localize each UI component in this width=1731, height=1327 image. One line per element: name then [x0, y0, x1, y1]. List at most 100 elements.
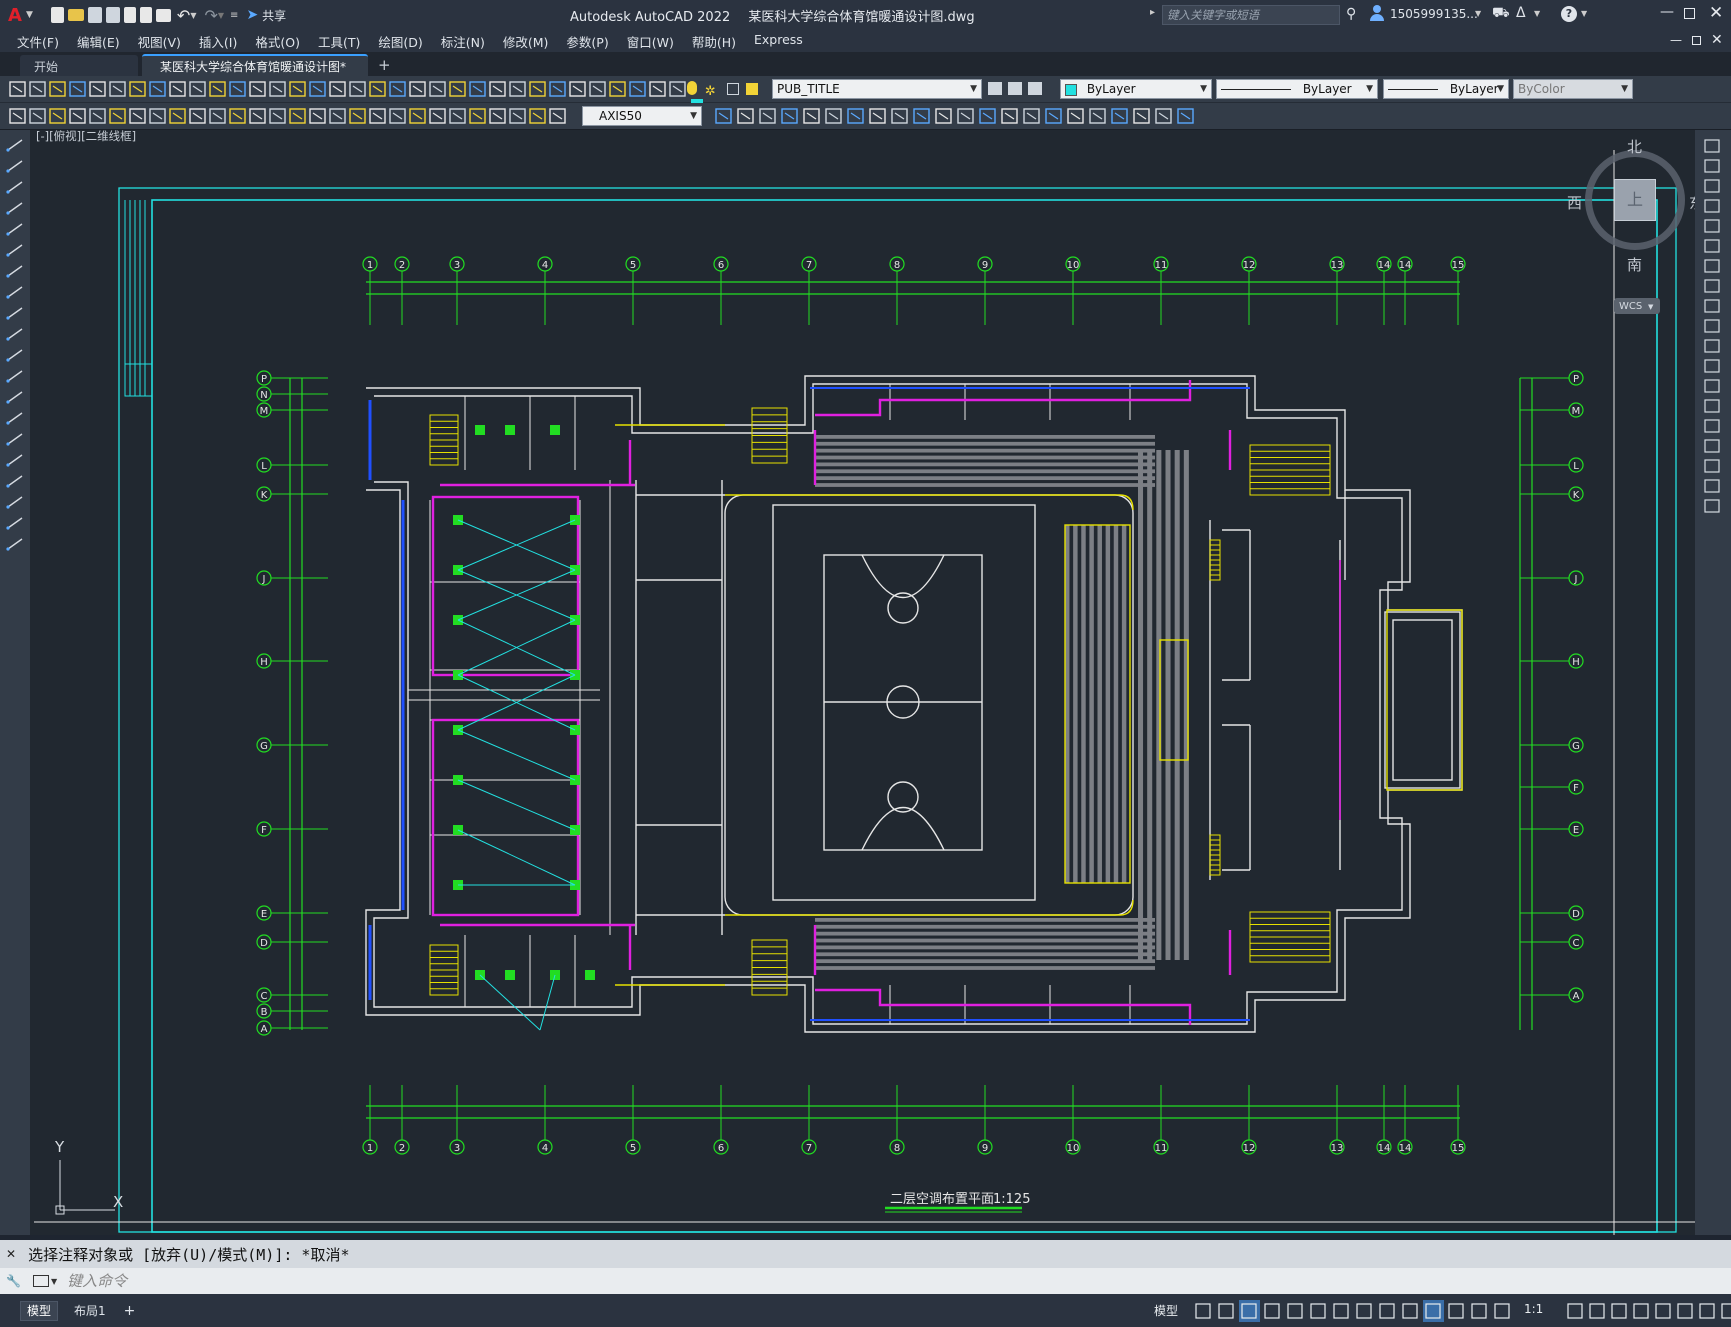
- doc-restore-button[interactable]: [1692, 36, 1701, 45]
- status-right-icons[interactable]: [1540, 1296, 1731, 1326]
- axis-number-label: 4: [542, 260, 548, 271]
- tab-drawing[interactable]: 某医科大学综合体育馆暖通设计图*: [142, 54, 368, 76]
- modify-tool-icon: [1704, 299, 1720, 313]
- search-icon[interactable]: ⚲: [1346, 6, 1356, 22]
- doc-minimize-button[interactable]: —: [1670, 33, 1682, 47]
- draw-tool-icon: [7, 139, 23, 151]
- menu-item-6[interactable]: 绘图(D): [369, 32, 431, 51]
- menu-item-0[interactable]: 文件(F): [8, 32, 68, 51]
- help-icon[interactable]: ?: [1561, 6, 1577, 22]
- status-toggle-icons[interactable]: [1188, 1296, 1518, 1326]
- status-toggle-icon: [1287, 1303, 1303, 1319]
- modify-tool-icon: [1704, 239, 1720, 253]
- layer-dropdown-value: PUB_TITLE: [777, 82, 840, 96]
- app-name: Autodesk AutoCAD 2022: [570, 10, 731, 25]
- maximize-button[interactable]: [1684, 8, 1695, 19]
- save-as-icon[interactable]: [105, 7, 120, 23]
- menu-item-2[interactable]: 视图(V): [129, 32, 190, 51]
- wcs-menu-button[interactable]: WCS ▼: [1614, 298, 1660, 314]
- viewcube[interactable]: 上 北 南 西 东 WCS ▼: [1567, 138, 1695, 320]
- minimize-button[interactable]: —: [1660, 4, 1674, 20]
- menu-item-5[interactable]: 工具(T): [309, 32, 369, 51]
- plot-icon[interactable]: [155, 8, 171, 22]
- compass-east[interactable]: 东: [1689, 192, 1695, 213]
- linetype-dropdown[interactable]: ByLayer ▼: [1216, 79, 1378, 99]
- tab-start[interactable]: 开始: [20, 55, 138, 76]
- drawing-viewport[interactable]: [-][俯视][二维线框] Y X 1 1 2 2 3 3 4 4 5 5 6 …: [30, 130, 1695, 1235]
- cart-icon[interactable]: ⛟: [1492, 5, 1510, 23]
- layout-tab-layout1[interactable]: 布局1: [70, 1301, 110, 1321]
- new-tab-button[interactable]: +: [378, 56, 391, 74]
- status-tool-icon: [1699, 1303, 1715, 1319]
- close-button[interactable]: ✕: [1709, 3, 1723, 23]
- new-file-icon[interactable]: [50, 7, 64, 23]
- menu-item-11[interactable]: 帮助(H): [683, 32, 745, 51]
- draw-tool-icon: [7, 517, 23, 529]
- quick-access-menu-icon[interactable]: ≡: [230, 10, 238, 21]
- close-command-icon[interactable]: ✕: [6, 1247, 16, 1261]
- axis-letter-label: K: [1573, 490, 1580, 501]
- draw-tools-icons[interactable]: [0, 130, 30, 580]
- modify-tools-icons[interactable]: [1695, 130, 1731, 550]
- menu-item-7[interactable]: 标注(N): [432, 32, 494, 51]
- layout-tab-model[interactable]: 模型: [20, 1300, 58, 1321]
- axis-number-label: 12: [1243, 1143, 1256, 1154]
- axis-number-label: 5: [630, 1143, 636, 1154]
- app-menu-chevron-icon[interactable]: ▼: [26, 10, 33, 20]
- modify-toolbar-icons[interactable]: [706, 103, 1216, 130]
- command-input[interactable]: 键入命令: [67, 1270, 1707, 1292]
- search-input[interactable]: 键入关键字或短语: [1162, 5, 1340, 25]
- menu-item-1[interactable]: 编辑(E): [68, 32, 129, 51]
- layer-tools-icons[interactable]: [984, 76, 1054, 103]
- draw-tool-icon: [7, 433, 23, 445]
- dimension-toolbar-icons[interactable]: [4, 103, 579, 130]
- user-name[interactable]: 1505999135...: [1390, 7, 1478, 21]
- command-dropdown-icon[interactable]: ▼: [51, 1277, 57, 1286]
- compass-north[interactable]: 北: [1627, 136, 1642, 157]
- menu-item-3[interactable]: 插入(I): [190, 32, 246, 51]
- dimstyle-dropdown[interactable]: AXIS50 ▼: [582, 106, 702, 126]
- compass-west[interactable]: 西: [1567, 192, 1582, 213]
- undo-icon[interactable]: ↶: [177, 6, 190, 25]
- add-layout-button[interactable]: +: [124, 1303, 136, 1319]
- menu-item-12[interactable]: Express: [745, 32, 812, 51]
- drawing-geometry: [34, 150, 1695, 1235]
- model-space-button[interactable]: 模型: [1150, 1302, 1182, 1319]
- plotstyle-dropdown[interactable]: ByColor ▼: [1513, 79, 1633, 99]
- share-icon[interactable]: ➤: [246, 7, 258, 23]
- open-file-icon[interactable]: [67, 9, 84, 21]
- open-web-icon[interactable]: [123, 7, 136, 23]
- layer-dropdown[interactable]: PUB_TITLE ▼: [772, 79, 982, 99]
- search-expand-icon[interactable]: ▸: [1150, 7, 1155, 18]
- compass-south[interactable]: 南: [1627, 254, 1642, 275]
- color-dropdown[interactable]: ByLayer ▼: [1060, 79, 1212, 99]
- doc-close-button[interactable]: ✕: [1711, 32, 1723, 48]
- user-dropdown-icon[interactable]: ▼: [1475, 9, 1481, 18]
- menu-item-10[interactable]: 窗口(W): [618, 32, 683, 51]
- axis-number-label: 12: [1243, 260, 1256, 271]
- undo-dropdown-icon[interactable]: ▼: [190, 11, 196, 20]
- redo-dropdown-icon[interactable]: ▼: [218, 11, 224, 20]
- redo-icon[interactable]: ↷: [204, 6, 217, 25]
- help-dropdown-icon[interactable]: ▼: [1581, 9, 1587, 18]
- menu-item-4[interactable]: 格式(O): [246, 32, 309, 51]
- command-options-icon[interactable]: 🔧: [6, 1274, 21, 1288]
- menu-item-9[interactable]: 参数(P): [557, 32, 617, 51]
- lineweight-dropdown[interactable]: ByLayer ▼: [1383, 79, 1509, 99]
- axis-letter-label: A: [261, 1024, 268, 1035]
- tab-drawing-label: 某医科大学综合体育馆暖通设计图*: [160, 60, 347, 74]
- modify-tool-icon: [1704, 139, 1720, 153]
- viewcube-face[interactable]: 上: [1614, 179, 1656, 221]
- standard-toolbar-icons[interactable]: [4, 76, 694, 103]
- share-button[interactable]: 共享: [262, 7, 286, 24]
- autodesk-dropdown-icon[interactable]: ▼: [1534, 9, 1540, 18]
- autodesk-app-icon[interactable]: ᐃ: [1516, 5, 1526, 21]
- menu-item-8[interactable]: 修改(M): [494, 32, 558, 51]
- app-logo[interactable]: A: [8, 5, 22, 26]
- save-icon[interactable]: [87, 7, 102, 23]
- command-prompt-icon[interactable]: [32, 1275, 49, 1287]
- layer-state-icons[interactable]: ✲: [687, 81, 767, 111]
- save-web-icon[interactable]: [139, 7, 152, 23]
- user-icon[interactable]: [1370, 5, 1384, 21]
- modify-tool-icon: [1704, 279, 1720, 293]
